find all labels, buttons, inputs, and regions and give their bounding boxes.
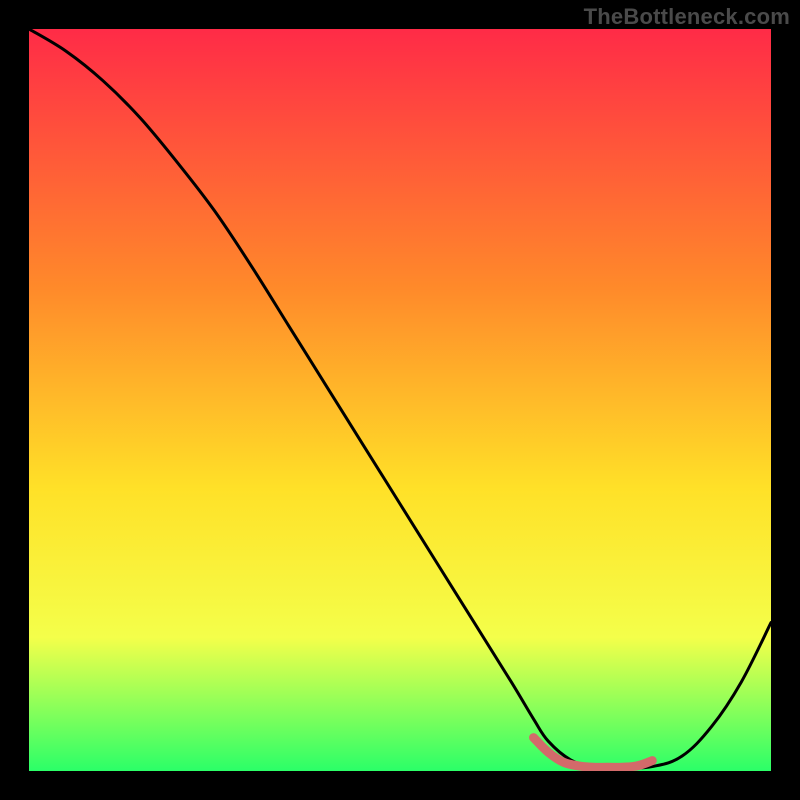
chart-background-gradient bbox=[29, 29, 771, 771]
watermark-text: TheBottleneck.com bbox=[584, 4, 790, 30]
chart-svg bbox=[29, 29, 771, 771]
chart-plot-area bbox=[29, 29, 771, 771]
chart-frame: TheBottleneck.com bbox=[0, 0, 800, 800]
